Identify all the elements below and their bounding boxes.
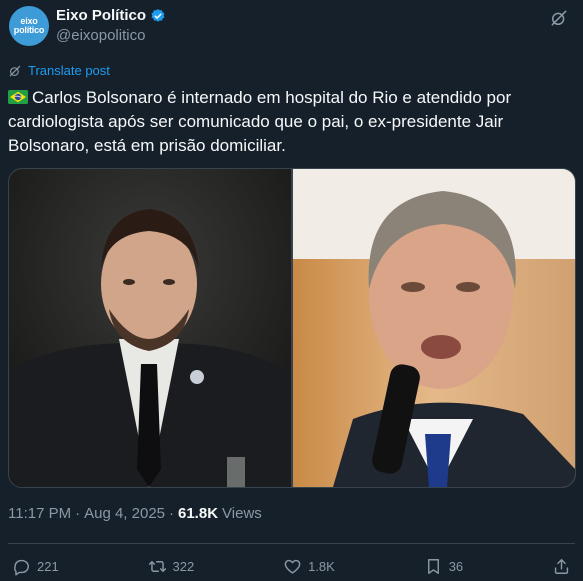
post-text: Carlos Bolsonaro é internado em hospital… [8, 86, 568, 158]
heart-icon [284, 559, 301, 574]
share-button[interactable] [552, 557, 571, 576]
bookmark-count: 36 [448, 558, 464, 574]
post-date[interactable]: Aug 4, 2025 [84, 505, 165, 522]
grok-translate-icon [9, 65, 21, 76]
post-body: Carlos Bolsonaro é internado em hospital… [8, 88, 512, 155]
reply-icon [14, 559, 29, 576]
meta-separator: · [75, 505, 81, 522]
meta-separator: · [169, 505, 174, 522]
divider [8, 543, 575, 544]
avatar-text-line2: político [13, 25, 45, 35]
views-count: 61.8K [178, 505, 219, 522]
repost-button[interactable]: 322 [148, 557, 195, 576]
photo-left[interactable] [9, 169, 291, 487]
translate-post-label[interactable]: Translate post [28, 63, 110, 78]
bookmark-icon [427, 558, 439, 574]
post-time[interactable]: 11:17 PM [8, 505, 71, 522]
post-media[interactable] [8, 168, 576, 488]
avatar[interactable]: eixo político [9, 6, 49, 46]
photo-right[interactable] [293, 169, 575, 487]
repost-count: 322 [172, 558, 195, 574]
post-header: eixo político Eixo Político @eixopolitic… [8, 6, 575, 50]
photo-man-in-suit [9, 169, 291, 487]
author-handle[interactable]: @eixopolitico [56, 27, 145, 44]
author-name-row: Eixo Político [56, 7, 166, 24]
reply-button[interactable]: 221 [12, 557, 59, 576]
translate-post-link[interactable]: Translate post [8, 63, 110, 78]
like-count: 1.8K [308, 558, 335, 574]
action-bar: 221 322 1.8K 36 [12, 554, 571, 578]
post-meta: 11:17 PM · Aug 4, 2025 · 61.8K Views [8, 505, 262, 522]
grok-icon[interactable] [549, 8, 569, 28]
verified-badge-icon [151, 8, 165, 22]
like-button[interactable]: 1.8K [283, 557, 335, 576]
bookmark-button[interactable]: 36 [424, 557, 463, 576]
reply-count: 221 [37, 558, 59, 574]
views-label: Views [222, 505, 262, 522]
repost-icon [148, 560, 166, 572]
photo-man-at-microphone [293, 169, 575, 487]
brazil-flag-icon [8, 90, 28, 104]
author-display-name[interactable]: Eixo Político [56, 7, 146, 24]
share-icon [554, 558, 569, 574]
